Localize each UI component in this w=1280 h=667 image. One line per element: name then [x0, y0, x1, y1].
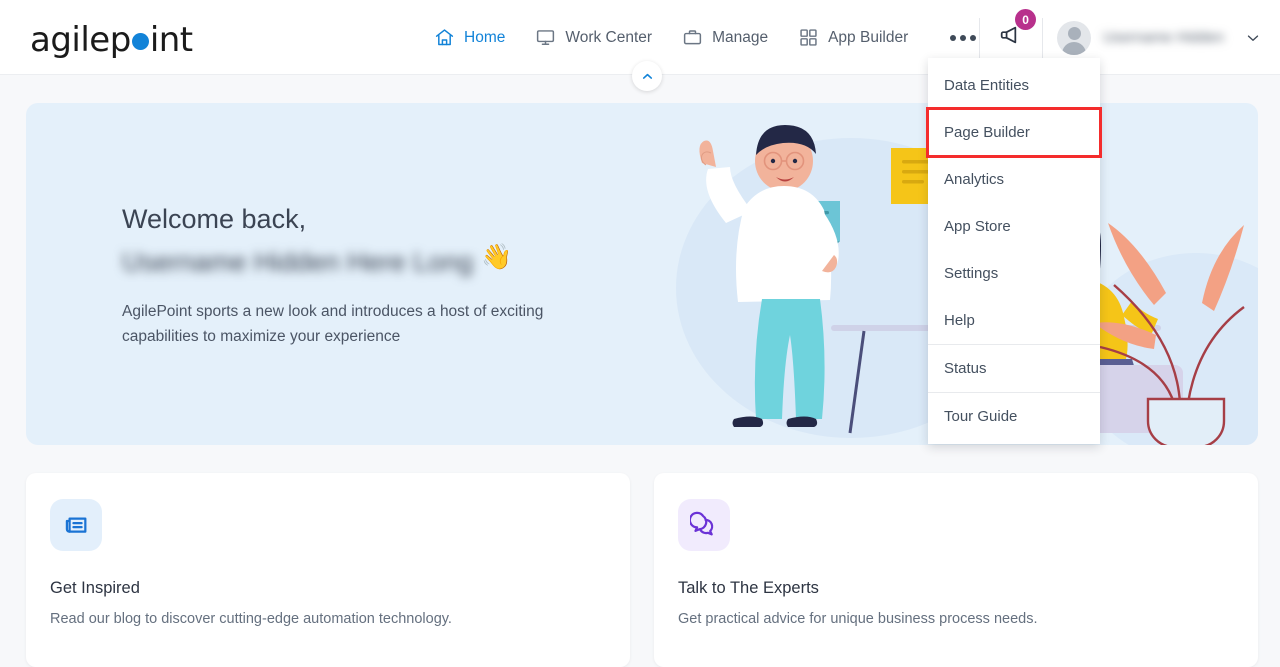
nav-item-work-center[interactable]: Work Center: [533, 21, 654, 54]
briefcase-icon: [682, 27, 703, 48]
nav-item-app-builder[interactable]: App Builder: [796, 21, 910, 54]
menu-item-analytics[interactable]: Analytics: [928, 156, 1100, 203]
info-cards: Get Inspired Read our blog to discover c…: [26, 473, 1258, 667]
menu-label-settings: Settings: [944, 265, 999, 282]
menu-label-app-store: App Store: [944, 218, 1011, 235]
menu-item-app-store[interactable]: App Store: [928, 203, 1100, 250]
home-icon: [434, 27, 455, 48]
newspaper-icon: [50, 499, 102, 551]
banner-text-block: Welcome back, Username Hidden Here Long 👋…: [122, 201, 642, 349]
user-avatar[interactable]: [1057, 20, 1092, 55]
menu-label-status: Status: [944, 360, 987, 377]
announcement-button[interactable]: 0: [994, 9, 1037, 57]
app-root: agilep int Home Work Center Manage App B…: [0, 0, 1280, 667]
user-menu-chevron-down-icon[interactable]: [1244, 29, 1262, 47]
chat-bubbles-icon: [678, 499, 730, 551]
menu-item-settings[interactable]: Settings: [928, 250, 1100, 297]
menu-item-help[interactable]: Help: [928, 297, 1100, 344]
monitor-icon: [535, 27, 556, 48]
menu-label-page-builder: Page Builder: [944, 124, 1030, 141]
blue-dot-icon: [131, 33, 149, 50]
welcome-greeting: Welcome back,: [122, 204, 307, 234]
menu-label-tour-guide: Tour Guide: [944, 408, 1018, 425]
menu-item-data-entities[interactable]: Data Entities: [928, 62, 1100, 109]
card-talk-to-experts[interactable]: Talk to The Experts Get practical advice…: [654, 473, 1258, 667]
nav-label-work-center: Work Center: [565, 28, 653, 46]
banner-user-name: Username Hidden Here Long: [122, 247, 474, 278]
grid-icon: [798, 27, 819, 48]
user-name-label: Username Hidden: [1103, 29, 1224, 46]
menu-label-data-entities: Data Entities: [944, 77, 1030, 94]
more-menu-dropdown: Data Entities Page Builder Analytics App…: [926, 58, 1102, 444]
card-description-talk-to-experts: Get practical advice for unique business…: [678, 611, 1038, 627]
card-title-talk-to-experts: Talk to The Experts: [678, 579, 819, 597]
logo-text-first: agilep: [30, 20, 131, 60]
nav-label-app-builder: App Builder: [828, 28, 909, 46]
logo-text-second: int: [149, 20, 193, 60]
nav-item-home[interactable]: Home: [432, 21, 507, 54]
agilepoint-logo[interactable]: agilep int: [30, 20, 193, 60]
banner-description: AgilePoint sports a new look and introdu…: [122, 303, 544, 345]
chevron-up-icon: [642, 73, 652, 79]
menu-item-tour-guide[interactable]: Tour Guide: [928, 393, 1100, 440]
collapse-banner-button[interactable]: [632, 61, 662, 91]
menu-item-page-builder[interactable]: Page Builder: [926, 107, 1102, 158]
nav-label-home: Home: [464, 28, 506, 46]
nav-label-manage: Manage: [712, 28, 769, 46]
announcement-badge: 0: [1015, 9, 1037, 30]
header-divider-2: [1042, 17, 1044, 58]
menu-label-help: Help: [944, 312, 975, 329]
card-get-inspired[interactable]: Get Inspired Read our blog to discover c…: [26, 473, 630, 667]
card-title-get-inspired: Get Inspired: [50, 579, 140, 597]
avatar-head: [1067, 26, 1081, 40]
main-navigation: Home Work Center Manage App Builder: [432, 0, 984, 75]
card-description-get-inspired: Read our blog to discover cutting-edge a…: [50, 611, 452, 627]
avatar-body: [1062, 41, 1087, 55]
header-divider-1: [979, 17, 981, 58]
menu-item-status[interactable]: Status: [928, 345, 1100, 392]
menu-label-analytics: Analytics: [944, 171, 1005, 188]
nav-item-manage[interactable]: Manage: [680, 21, 770, 54]
dot-1: [950, 34, 957, 41]
wave-emoji: 👋: [481, 243, 513, 272]
